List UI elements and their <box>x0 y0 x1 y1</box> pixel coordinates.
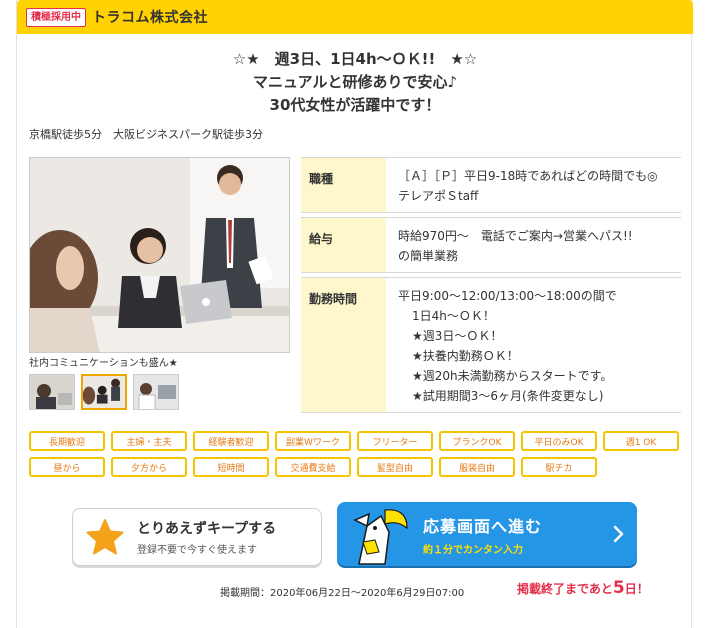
photo-caption: 社内コミュニケーションも盛ん★ <box>29 358 178 369</box>
apply-button-title: 応募画面へ進む <box>423 516 543 536</box>
feature-tag[interactable]: 昼から <box>29 457 105 477</box>
feature-tag[interactable]: ブランクOK <box>439 431 515 451</box>
thumbnail-image <box>134 375 178 409</box>
days-remaining-suffix: 日！ <box>624 582 649 596</box>
info-line: ★週3日～ＯＫ！ <box>412 329 503 343</box>
info-line: ［Ａ］［Ｐ］平日9-18時であればどの時間でも◎ <box>398 169 658 183</box>
catch-line: 30代女性が活躍中です！ <box>269 96 441 114</box>
thumbnail[interactable] <box>133 374 179 410</box>
info-label: 給与 <box>301 218 386 272</box>
company-name[interactable]: トラコム株式会社 <box>92 7 208 27</box>
info-value: 平日9:00～12:00/13:00～18:00の間で 1日4h～ＯＫ！ ★週3… <box>386 278 681 412</box>
keep-button[interactable]: とりあえずキープする 登録不要で今すぐ使えます <box>72 508 322 566</box>
thumbnail-image <box>83 376 125 408</box>
posting-period: 掲載期間：2020年06月22日～2020年6月29日07:00 <box>220 588 465 599</box>
thumbnail[interactable] <box>29 374 75 410</box>
active-hiring-badge: 積極採用中 <box>26 7 86 27</box>
feature-tag[interactable]: 長期歓迎 <box>29 431 105 451</box>
info-line: 時給970円～ 電話でご案内→営業へパス!! <box>398 229 633 243</box>
feature-tag[interactable]: 平日のみOK <box>521 431 597 451</box>
apply-button[interactable]: 応募画面へ進む 約１分でカンタン入力 <box>337 502 637 566</box>
info-row-hours: 勤務時間 平日9:00～12:00/13:00～18:00の間で 1日4h～ＯＫ… <box>301 277 681 413</box>
days-remaining: 掲載終了まであと5日！ <box>517 578 649 598</box>
star-icon <box>86 519 124 555</box>
job-card: 積極採用中 トラコム株式会社 ☆★ 週3日、1日4h～ＯＫ!! ★☆ マニュアル… <box>16 0 693 628</box>
thumbnail-selected[interactable] <box>81 374 127 410</box>
feature-tag[interactable]: 駅チカ <box>521 457 597 477</box>
info-line: ★試用期間3～6ヶ月(条件変更なし) <box>412 389 604 403</box>
access-info: 京橋駅徒歩5分 大阪ビジネスパーク駅徒歩3分 <box>29 128 263 141</box>
job-header: 積極採用中 トラコム株式会社 <box>17 0 693 34</box>
days-remaining-prefix: 掲載終了まであと <box>517 582 613 596</box>
main-photo[interactable] <box>29 157 290 353</box>
mascot-icon <box>353 509 408 565</box>
thumbnail-strip <box>29 374 179 410</box>
office-photo-image <box>30 158 289 352</box>
feature-tag[interactable]: フリーター <box>357 431 433 451</box>
days-remaining-number: 5 <box>612 578 625 598</box>
job-info-table: 職種 ［Ａ］［Ｐ］平日9-18時であればどの時間でも◎ テレアポＳtaff 給与… <box>301 157 681 413</box>
info-line: 平日9:00～12:00/13:00～18:00の間で <box>398 289 617 303</box>
feature-tag[interactable]: 副業Wワーク <box>275 431 351 451</box>
apply-button-subtitle: 約１分でカンタン入力 <box>423 544 523 556</box>
info-line: 1日4h～ＯＫ！ <box>412 309 495 323</box>
info-line: の簡単業務 <box>398 249 459 263</box>
chevron-right-icon <box>613 525 624 543</box>
info-value: ［Ａ］［Ｐ］平日9-18時であればどの時間でも◎ テレアポＳtaff <box>386 158 681 212</box>
keep-button-title: とりあえずキープする <box>137 521 277 537</box>
catch-line: マニュアルと研修ありで安心♪ <box>252 73 458 91</box>
feature-tag[interactable]: 週1 OK <box>603 431 679 451</box>
keep-button-subtitle: 登録不要で今すぐ使えます <box>137 545 257 556</box>
keep-button-text: とりあえずキープする 登録不要で今すぐ使えます <box>137 518 276 556</box>
feature-tag[interactable]: 交通費支給 <box>275 457 351 477</box>
info-label: 職種 <box>301 158 386 212</box>
info-line: テレアポＳtaff <box>398 189 479 203</box>
feature-tag[interactable]: 短時間 <box>193 457 269 477</box>
apply-button-text: 応募画面へ進む 約１分でカンタン入力 <box>423 513 542 556</box>
feature-tag[interactable]: 夕方から <box>111 457 187 477</box>
catch-copy: ☆★ 週3日、1日4h～ＯＫ!! ★☆ マニュアルと研修ありで安心♪ 30代女性… <box>17 48 693 117</box>
info-row-salary: 給与 時給970円～ 電話でご案内→営業へパス!! の簡単業務 <box>301 217 681 273</box>
feature-tag[interactable]: 主婦・主夫 <box>111 431 187 451</box>
catch-line: ☆★ 週3日、1日4h～ＯＫ!! ★☆ <box>232 50 478 68</box>
feature-tag[interactable]: 経験者歓迎 <box>193 431 269 451</box>
info-line: ★週20h未満勤務からスタートです。 <box>412 369 613 383</box>
feature-tags: 長期歓迎 主婦・主夫 経験者歓迎 副業Wワーク フリーター ブランクOK 平日の… <box>29 431 685 477</box>
info-row-job-type: 職種 ［Ａ］［Ｐ］平日9-18時であればどの時間でも◎ テレアポＳtaff <box>301 158 681 213</box>
info-line: ★扶養内勤務ＯＫ！ <box>412 349 519 363</box>
thumbnail-image <box>30 375 74 409</box>
feature-tag[interactable]: 服装自由 <box>439 457 515 477</box>
info-value: 時給970円～ 電話でご案内→営業へパス!! の簡単業務 <box>386 218 681 272</box>
feature-tag[interactable]: 髪型自由 <box>357 457 433 477</box>
info-label: 勤務時間 <box>301 278 386 412</box>
